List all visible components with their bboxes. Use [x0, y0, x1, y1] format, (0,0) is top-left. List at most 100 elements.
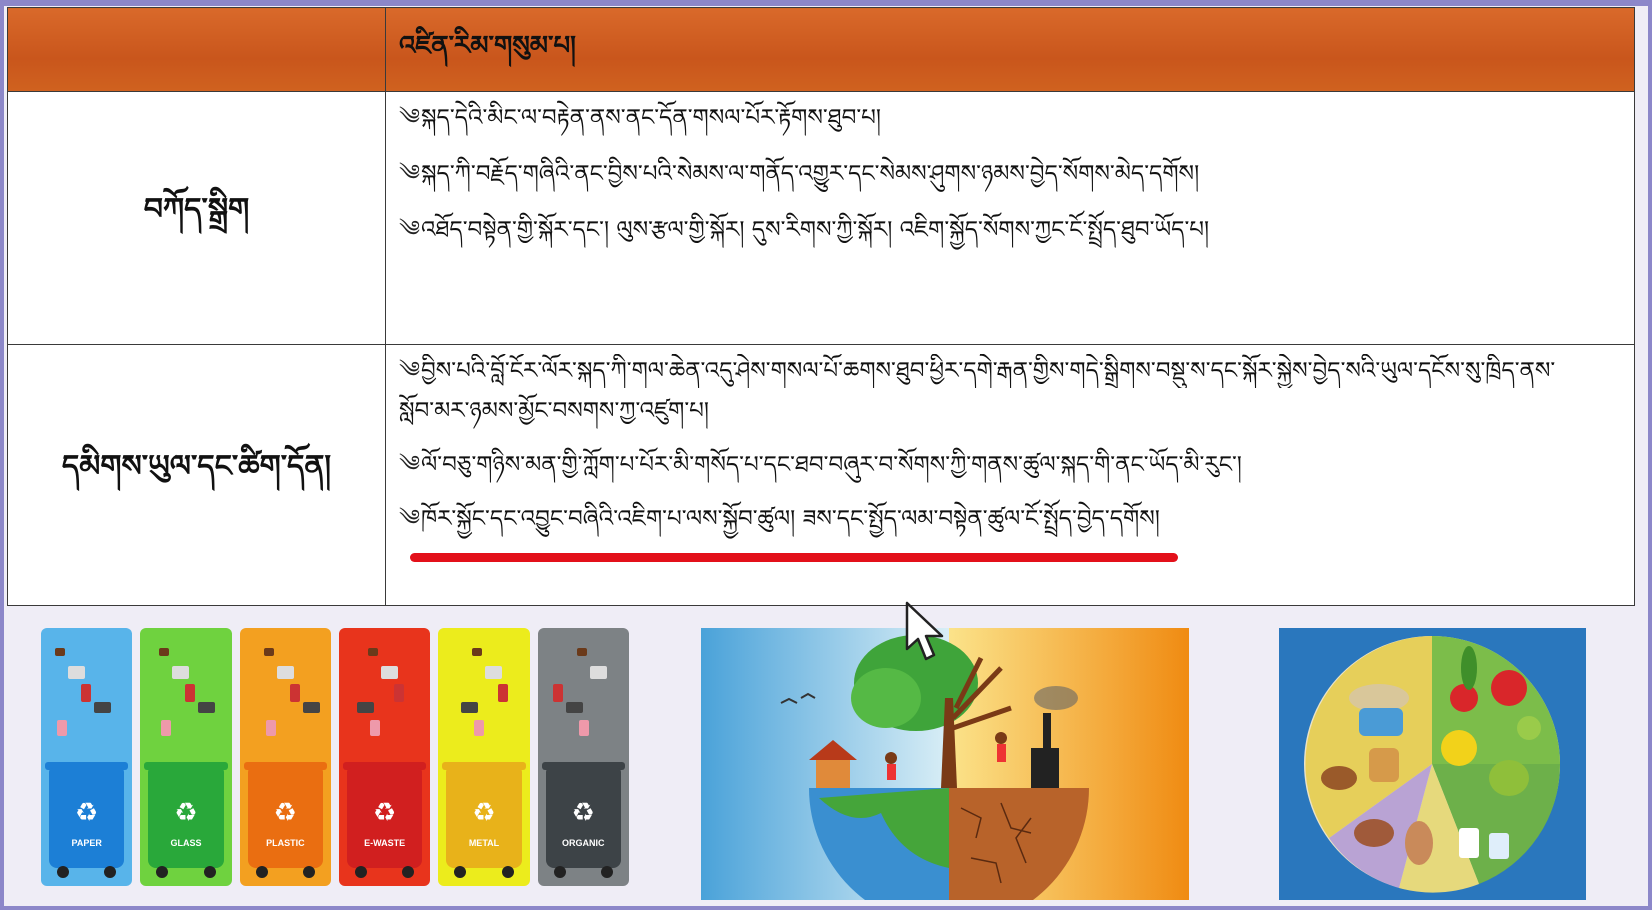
recycle-bin-organic: ♻ ORGANIC	[537, 628, 629, 886]
header-blank-cell	[7, 7, 386, 92]
trash-item	[276, 666, 294, 679]
recycle-icon: ♻	[571, 798, 595, 828]
bullet-text: སྐད་ཀི་བརྗོད་གཞིའི་ནང་བྱིས་པའི་སེམས་ལ་གན…	[421, 161, 1200, 187]
bin-contents	[55, 648, 118, 746]
bullet-marker: ༄	[399, 452, 421, 477]
trash-item	[461, 702, 479, 713]
header-title-cell: འཛིན་རིམ་གསུམ་པ།	[385, 7, 1635, 92]
recycle-bin-paper: ♻ PAPER	[41, 628, 133, 886]
recycle-bin-plastic: ♻ PLASTIC	[239, 628, 331, 886]
food-groups-plate-image	[1279, 628, 1586, 900]
row-label: དམིགས་ཡུལ་དང་ཚིག་དོན།	[7, 344, 386, 606]
bullet-text: ཁོར་སྐྱོང་དང་འབྱུང་བཞིའི་འཇིག་པ་ལས་སྐྱོབ…	[421, 506, 1160, 532]
recycle-icon: ♻	[472, 798, 496, 828]
wheel-icon	[156, 866, 169, 878]
wheel-icon	[203, 866, 216, 878]
recycling-bins-image: ♻ PAPER ♻ GLASS ♻ PLASTIC ♻ E-WASTE ♻ METAL ♻ ORGAN…	[41, 628, 629, 886]
trash-item	[576, 648, 587, 656]
trash-item	[81, 684, 91, 702]
bin-contents	[452, 648, 515, 746]
bin-contents	[254, 648, 320, 746]
bullet-text: འཐོད་བསྟེན་གྱི་སྐོར་དང་། ལུས་རྩལ་གྱི་སྐོ…	[421, 217, 1210, 243]
wheel-icon	[501, 866, 514, 878]
wheel-icon	[255, 866, 268, 878]
wheel-icon	[354, 866, 367, 878]
trash-item	[302, 702, 320, 713]
trash-item	[589, 666, 607, 679]
trash-item	[159, 648, 170, 656]
wheel-icon	[402, 866, 415, 878]
trash-item	[565, 702, 583, 713]
bin-contents	[552, 648, 615, 746]
trash-item	[485, 666, 503, 679]
bullet-item: ༄ འཐོད་བསྟེན་གྱི་སྐོར་དང་། ལུས་རྩལ་གྱི་ས…	[399, 213, 1623, 247]
wheel-icon	[57, 866, 69, 878]
trash-item	[498, 684, 509, 702]
bullet-marker: ༄	[399, 161, 421, 186]
trash-item	[552, 684, 563, 702]
trash-item	[289, 684, 300, 702]
recycle-bin-glass: ♻ GLASS	[140, 628, 232, 886]
bullet-marker: ༄	[399, 105, 421, 130]
trash-item	[369, 720, 380, 736]
recycle-bin-metal: ♻ METAL	[438, 628, 530, 886]
bin-contents	[353, 648, 416, 746]
trash-item	[185, 684, 196, 702]
trash-item	[161, 720, 172, 736]
recycle-icon: ♻	[372, 798, 397, 828]
row-content: ༄ སྐད་དེའི་མིང་ལ་བརྟེན་ནས་ནང་དོན་གསལ་པོར…	[385, 91, 1635, 345]
climate-change-illustration	[701, 628, 1189, 900]
trash-item	[55, 648, 65, 656]
food-plate-art	[1304, 636, 1561, 893]
bullet-marker: ༄	[399, 217, 421, 242]
table-row: དམིགས་ཡུལ་དང་ཚིག་དོན། ༄ བྱིས་པའི་བློ་ངོར…	[7, 344, 1635, 606]
trash-item	[367, 648, 378, 656]
lesson-table: འཛིན་རིམ་གསུམ་པ། བཀོད་སྒྲིག ༄ སྐད་དེའི་མ…	[7, 7, 1635, 606]
bin-label: E-WASTE	[364, 838, 406, 848]
bullet-text: སློབ་མར་ཉམས་མྱོང་བསགས་ཀྱ་འཛུག་པ།	[399, 398, 709, 424]
trash-item	[68, 666, 85, 679]
trash-item	[57, 720, 67, 736]
table-header-row: འཛིན་རིམ་གསུམ་པ།	[7, 7, 1635, 92]
bullet-item: ༄ ཁོར་སྐྱོང་དང་འབྱུང་བཞིའི་འཇིག་པ་ལས་སྐྱ…	[399, 502, 1623, 536]
bullet-text: ལོ་བཅུ་གཉིས་མན་གྱི་ཀློག་པ་པོར་མི་གསོད་པ་…	[421, 452, 1242, 478]
bullet-text: བྱིས་པའི་བློ་ངོར་ལོར་སྐད་ཀི་གལ་ཆེན་འདུ་ཤ…	[421, 358, 1556, 384]
wheel-icon	[104, 866, 117, 878]
trash-item	[393, 684, 404, 702]
trash-item	[94, 702, 111, 713]
trash-item	[172, 666, 190, 679]
bin-label: PAPER	[71, 838, 102, 848]
red-underline-annotation	[410, 553, 1178, 562]
mouse-cursor-icon	[905, 601, 944, 661]
trash-item	[380, 666, 398, 679]
bullet-item: ༄ སྐད་ཀི་བརྗོད་གཞིའི་ནང་བྱིས་པའི་སེམས་ལ་…	[399, 157, 1623, 191]
table-row: བཀོད་སྒྲིག ༄ སྐད་དེའི་མིང་ལ་བརྟེན་ནས་ནང་…	[7, 91, 1635, 345]
bin-contents	[154, 648, 217, 746]
recycle-bin-e-waste: ♻ E-WASTE	[338, 628, 431, 886]
wheel-icon	[302, 866, 315, 878]
bullet-item: ༄ སྐད་དེའི་མིང་ལ་བརྟེན་ནས་ནང་དོན་གསལ་པོར…	[399, 101, 1623, 135]
trash-item	[474, 720, 485, 736]
bullet-continuation: སློབ་མར་ཉམས་མྱོང་བསགས་ཀྱ་འཛུག་པ།	[399, 394, 1623, 428]
bin-label: ORGANIC	[562, 838, 605, 848]
trash-item	[263, 648, 274, 656]
trash-item	[198, 702, 216, 713]
row-label: བཀོད་སྒྲིག	[7, 91, 386, 345]
bullet-text: སྐད་དེའི་མིང་ལ་བརྟེན་ནས་ནང་དོན་གསལ་པོར་ར…	[421, 105, 881, 131]
bullet-item: ༄ ལོ་བཅུ་གཉིས་མན་གྱི་ཀློག་པ་པོར་མི་གསོད་…	[399, 448, 1623, 482]
bin-label: PLASTIC	[266, 838, 305, 848]
wheel-icon	[600, 866, 613, 878]
wheel-icon	[454, 866, 467, 878]
trash-item	[265, 720, 276, 736]
trash-item	[472, 648, 483, 656]
bin-label: METAL	[468, 838, 500, 848]
climate-art	[701, 628, 1189, 900]
recycle-icon: ♻	[174, 798, 198, 828]
bin-label: GLASS	[170, 838, 202, 848]
recycle-icon: ♻	[273, 798, 297, 828]
trash-item	[356, 702, 374, 713]
row-content: ༄ བྱིས་པའི་བློ་ངོར་ལོར་སྐད་ཀི་གལ་ཆེན་འདུ…	[385, 344, 1635, 606]
bullet-marker: ༄	[399, 358, 421, 383]
trash-item	[578, 720, 589, 736]
header-title: འཛིན་རིམ་གསུམ་པ།	[399, 31, 576, 61]
